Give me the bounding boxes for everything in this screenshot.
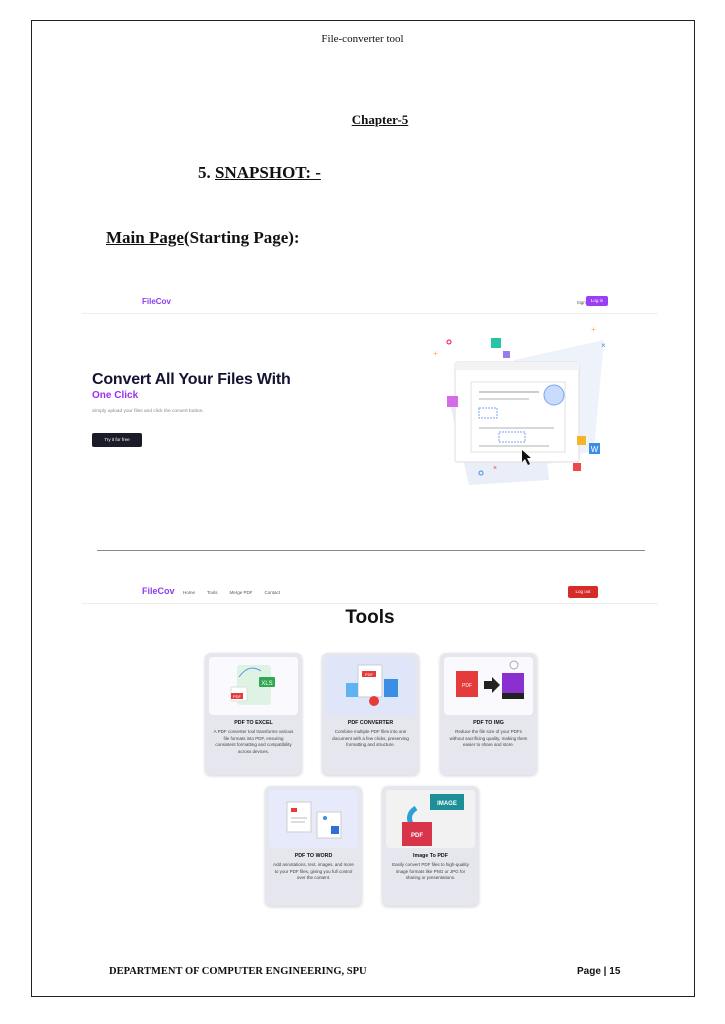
svg-text:PDF: PDF — [365, 672, 374, 677]
try-free-button[interactable]: Try it for free — [92, 433, 142, 447]
nav-contact[interactable]: Contact — [265, 590, 281, 595]
card-description: A PDF converter tool transforms various … — [213, 729, 294, 754]
svg-text:PDF: PDF — [233, 694, 242, 699]
image-to-pdf-image: IMAGE PDF — [386, 790, 475, 848]
hero-subtitle: One Click — [92, 390, 139, 401]
pdf-to-excel-image: XLS PDF — [209, 657, 298, 715]
landing-navbar: FileCov Sign up Log in — [82, 290, 658, 314]
pdf-converter-image: PDF — [326, 657, 415, 715]
svg-text:×: × — [493, 465, 497, 472]
pdf-to-word-image — [269, 790, 358, 848]
logo[interactable]: FileCov — [142, 297, 171, 306]
card-description: Easily convert PDF files to high-quality… — [392, 862, 469, 881]
card-description: Reduce the file size of your PDFs withou… — [449, 729, 528, 748]
footer-department: DEPARTMENT OF COMPUTER ENGINEERING, SPU — [109, 966, 367, 977]
card-description: Combine multiple PDF files into one docu… — [332, 729, 409, 748]
nav-home[interactable]: Home — [183, 590, 195, 595]
tools-navbar: FileCov Home Tools Merge PDF Contact Log… — [82, 580, 658, 604]
svg-text:PDF: PDF — [411, 833, 423, 839]
word-icon: W — [591, 445, 599, 454]
tool-card-pdf-to-excel[interactable]: XLS PDF PDF TO EXCEL A PDF converter too… — [205, 653, 302, 775]
hero-illustration: W + × + × — [433, 325, 606, 485]
svg-text:XLS: XLS — [261, 681, 272, 687]
svg-text:IMAGE: IMAGE — [437, 801, 457, 807]
hero-description: Simply upload your files and click the c… — [92, 409, 204, 414]
nav-merge-pdf[interactable]: Merge PDF — [230, 590, 253, 595]
svg-text:PDF: PDF — [462, 683, 472, 689]
logo[interactable]: FileCov — [142, 586, 175, 596]
chapter-heading: Chapter-5 — [351, 112, 409, 127]
divider-line — [97, 550, 645, 551]
tool-card-image-to-pdf[interactable]: IMAGE PDF Image To PDF Easily convert PD… — [382, 786, 479, 906]
section-heading: 5. SNAPSHOT: - — [198, 163, 321, 183]
subsection-heading: Main Page(Starting Page): — [106, 228, 300, 248]
logout-button[interactable]: Log out — [568, 586, 598, 598]
pdf-to-img-image: PDF — [444, 657, 533, 715]
hero-title: Convert All Your Files With — [92, 371, 291, 388]
section-title: SNAPSHOT: - — [215, 163, 321, 182]
footer-page-number: Page | 15 — [577, 966, 621, 977]
svg-text:+: + — [433, 349, 438, 358]
tool-card-pdf-to-img[interactable]: PDF PDF TO IMG Reduce the file size of y… — [440, 653, 537, 775]
section-number: 5. — [198, 163, 211, 182]
tools-page-screenshot: FileCov Home Tools Merge PDF Contact Log… — [82, 580, 658, 910]
svg-text:+: + — [591, 325, 596, 334]
nav-links: Home Tools Merge PDF Contact — [183, 590, 280, 595]
card-description: Add annotations, text, images, and more … — [273, 862, 354, 881]
tool-card-pdf-to-word[interactable]: PDF TO WORD Add annotations, text, image… — [265, 786, 362, 906]
login-button[interactable]: Log in — [586, 296, 608, 306]
page-header: File-converter tool — [321, 33, 404, 45]
tools-title: Tools — [345, 607, 395, 628]
svg-text:×: × — [601, 341, 606, 350]
tool-card-pdf-converter[interactable]: PDF PDF CONVERTER Combine multiple PDF f… — [322, 653, 419, 775]
subsection-underlined: Main Page — [106, 228, 184, 247]
landing-page-screenshot: FileCov Sign up Log in Convert All Your … — [82, 290, 658, 520]
nav-tools[interactable]: Tools — [207, 590, 218, 595]
subsection-rest: (Starting Page): — [183, 228, 300, 247]
